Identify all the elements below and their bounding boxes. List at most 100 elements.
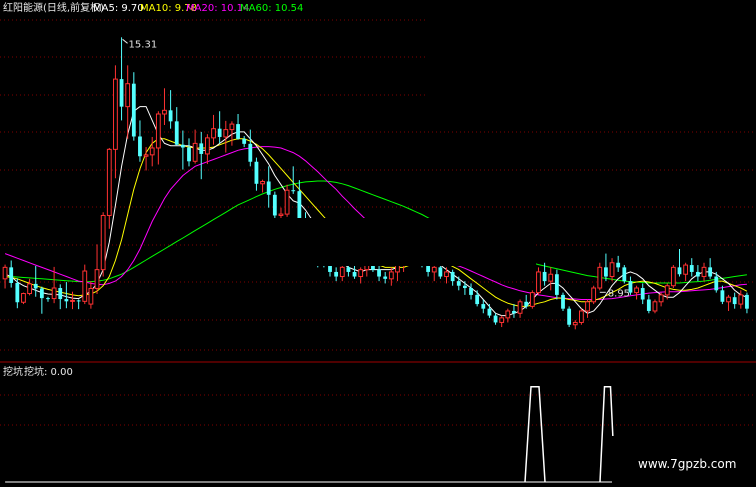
candle-body [9, 267, 14, 283]
candle-body [677, 267, 682, 275]
candle-body [512, 310, 516, 314]
candle-body [652, 301, 658, 312]
candle-body [76, 300, 81, 302]
candle-body [622, 267, 627, 282]
candle-body [658, 294, 664, 303]
candle-body [456, 281, 461, 286]
candle-body [291, 190, 296, 192]
candle-body [720, 290, 725, 302]
candle-body [358, 269, 364, 278]
candle-body [15, 282, 20, 303]
candle-body [70, 299, 75, 302]
candle-body [609, 262, 615, 278]
candle-body [27, 283, 32, 295]
candle-body [260, 180, 265, 185]
candle-96 [591, 285, 597, 305]
candle-body [383, 276, 388, 279]
occlusion-box-top-right [428, 0, 756, 110]
candle-body [2, 266, 8, 280]
candle-16 [100, 212, 106, 277]
candle-body [536, 271, 541, 294]
candle-body [131, 83, 136, 137]
candle-body [670, 266, 676, 287]
candle-101 [622, 265, 627, 284]
candle-body [431, 266, 437, 273]
max-price-label: 15.31 [129, 39, 158, 50]
candle-body [223, 129, 229, 138]
candle-body [529, 292, 535, 307]
candle-body [499, 317, 505, 323]
candle-body [505, 310, 511, 319]
candle-body [180, 144, 185, 148]
candle-94 [578, 308, 584, 325]
candle-body [64, 299, 69, 302]
candle-body [143, 154, 149, 157]
max-price-annotation: 15.31 [122, 38, 158, 50]
candle-body [82, 270, 88, 302]
candle-body [119, 79, 124, 107]
candle-body [248, 143, 253, 162]
candle-body [616, 262, 621, 268]
ma60-label: MA60: 10.54 [240, 3, 303, 14]
candle-body [695, 271, 700, 277]
candle-body [597, 266, 603, 289]
candle-body [640, 288, 645, 300]
candle-body [444, 271, 449, 278]
candle-body [388, 271, 394, 280]
watermark: www.7gpzb.com [638, 457, 736, 471]
candle-body [524, 301, 529, 307]
candle-body [51, 287, 57, 300]
candle-body [726, 296, 731, 303]
candle-body [168, 110, 173, 122]
candle-body [162, 109, 167, 115]
candle-body [272, 194, 277, 216]
candle-body [572, 321, 578, 326]
candle-body [204, 137, 210, 155]
candle-body [438, 267, 443, 277]
candle-body [701, 266, 707, 278]
candle-body [39, 288, 44, 299]
candle-body [493, 315, 498, 323]
candle-body [714, 276, 719, 291]
candle-body [469, 288, 473, 295]
chart-title: 红阳能源(日线,前复权) [3, 1, 104, 14]
candle-body [664, 285, 670, 296]
candle-body [591, 287, 597, 303]
candle-body [33, 283, 38, 289]
candle-body [561, 294, 565, 309]
candle-body [339, 266, 345, 278]
candle-body [708, 267, 713, 277]
candle-body [211, 128, 216, 139]
candle-body [346, 267, 351, 272]
candle-body [450, 271, 455, 282]
candle-body [463, 285, 467, 289]
candle-body [254, 161, 259, 184]
candle-body [517, 301, 523, 314]
candle-body [604, 267, 608, 277]
candle-body [475, 294, 480, 305]
candle-92 [567, 306, 572, 328]
stock-chart: 红阳能源(日线,前复权) MA5: 9.70 MA10: 9.78 MA20: … [0, 0, 756, 487]
candle-body [634, 287, 639, 294]
candle-body [94, 269, 100, 289]
candle-body [567, 308, 572, 325]
occlusion-box-center [218, 218, 536, 266]
candle-body [149, 147, 155, 156]
candle-3 [21, 292, 26, 305]
candle-body [229, 123, 235, 131]
candle-body [46, 298, 50, 300]
indicator-value-label: 挖坑: 0.00 [24, 365, 73, 378]
candle-body [732, 297, 737, 305]
indicator-title: 挖坑 [3, 365, 23, 378]
candle-body [106, 148, 112, 216]
candle-97 [597, 262, 603, 291]
candle-body [113, 78, 118, 150]
candle-body [217, 128, 222, 137]
candle-body [155, 113, 161, 149]
ma5-label: MA5: 9.70 [93, 3, 144, 14]
candle-body [481, 304, 486, 309]
candle-body [266, 181, 271, 195]
candle-body [548, 273, 554, 282]
candle-body [377, 269, 381, 277]
candle-body [352, 271, 357, 277]
